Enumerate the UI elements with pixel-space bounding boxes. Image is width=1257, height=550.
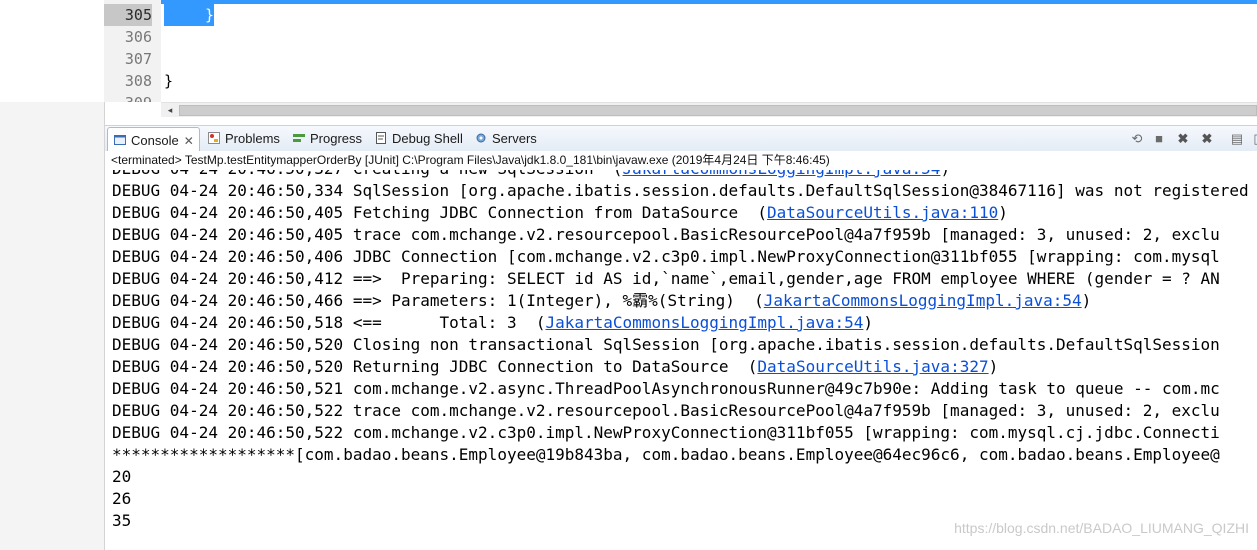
console-line: DEBUG 04-24 20:46:50,520 Closing non tra… [112,334,1220,356]
terminate-icon[interactable]: ■ [1151,131,1167,147]
tab-progress[interactable]: Progress [293,126,362,152]
scroll-left-arrow-icon[interactable]: ◂ [164,103,176,117]
console-line-text: 35 [112,511,132,530]
console-line: 20 [112,466,131,488]
console-line: DEBUG 04-24 20:46:50,327 Creating a new … [112,170,950,180]
console-line-text: DEBUG 04-24 20:46:50,405 Fetching JDBC C… [112,203,768,222]
code-line: } [164,72,174,90]
problems-icon [208,127,220,144]
scrollbar-thumb[interactable] [179,105,1257,116]
console-line: DEBUG 04-24 20:46:50,522 com.mchange.v2.… [112,422,1220,444]
console-line: DEBUG 04-24 20:46:50,405 trace com.mchan… [112,224,1220,246]
watermark: https://blog.csdn.net/BADAO_LIUMANG_QIZH… [954,520,1249,536]
line-number-gutter: 305 306 307 308 309 [104,0,161,102]
close-icon[interactable]: ✕ [184,134,194,148]
console-line-text: ) [998,203,1008,222]
remove-icon[interactable]: ✖ [1175,131,1191,147]
source-link[interactable]: DataSourceUtils.java:110 [767,203,998,222]
console-line: 26 [112,488,131,510]
console-view-tabbar: Console ✕ Problems Progress Debug Shell S… [105,125,1257,153]
console-line-text: 26 [112,489,132,508]
console-line: DEBUG 04-24 20:46:50,521 com.mchange.v2.… [112,378,1220,400]
remove-all-icon[interactable]: ✖ [1199,131,1215,147]
console-line: DEBUG 04-24 20:46:50,520 Returning JDBC … [112,356,998,378]
tab-label: Debug Shell [392,131,463,146]
tab-servers[interactable]: Servers [475,126,537,152]
console-line-text: 20 [112,467,132,486]
console-line-text: DEBUG 04-24 20:46:50,466 ==> Parameters:… [112,291,764,310]
tab-label: Problems [225,131,280,146]
console-line: 35 [112,510,131,532]
selection-highlight [161,0,1257,4]
line-number: 309 [104,92,152,102]
line-number: 307 [124,50,152,68]
tab-label: Servers [492,131,537,146]
tab-debug-shell[interactable]: Debug Shell [375,126,463,152]
console-line-text: *******************[com.badao.beans.Empl… [112,445,1220,464]
remove-launch-icon[interactable]: ⟲ [1129,131,1145,147]
console-line-text: DEBUG 04-24 20:46:50,518 <== Total: 3 ( [112,313,546,332]
source-link[interactable]: JakartaCommonsLoggingImpl.java:54 [545,313,863,332]
console-line-text: DEBUG 04-24 20:46:50,520 Returning JDBC … [112,357,758,376]
tab-label: Console [131,133,179,148]
tab-label: Progress [310,131,363,146]
console-line-text: ) [863,313,874,332]
code-editor[interactable]: 305 306 307 308 309 } } [0,0,1257,102]
console-line-text: ) [940,170,950,178]
console-line: DEBUG 04-24 20:46:50,518 <== Total: 3 (J… [112,312,873,334]
console-line: DEBUG 04-24 20:46:50,334 SqlSession [org… [112,180,1249,202]
servers-icon [475,127,487,143]
console-line: DEBUG 04-24 20:46:50,405 Fetching JDBC C… [112,202,1008,224]
source-link[interactable]: DataSourceUtils.java:327 [757,357,988,376]
console-output[interactable]: DEBUG 04-24 20:46:50,327 Creating a new … [105,170,1257,550]
editor-horizontal-scrollbar[interactable]: ◂ [161,102,1257,117]
console-line-text: DEBUG 04-24 20:46:50,521 com.mchange.v2.… [112,379,1220,398]
console-status-line: <terminated> TestMp.testEntitymapperOrde… [105,151,1257,170]
console-line: DEBUG 04-24 20:46:50,406 JDBC Connection… [112,246,1220,268]
selected-code-line: } [205,6,215,24]
debug-shell-icon [375,127,387,144]
code-text-area[interactable]: } } [161,0,1257,102]
console-line-text: DEBUG 04-24 20:46:50,522 com.mchange.v2.… [112,423,1220,442]
console-line-text: DEBUG 04-24 20:46:50,405 trace com.mchan… [112,225,1220,244]
console-line-text: ) [988,357,999,376]
line-number: 308 [124,72,152,90]
console-line-text: DEBUG 04-24 20:46:50,520 Closing non tra… [112,335,1220,354]
line-number: 305 [104,4,152,26]
tab-problems[interactable]: Problems [208,126,280,152]
console-line: DEBUG 04-24 20:46:50,522 trace com.mchan… [112,400,1220,422]
console-line: *******************[com.badao.beans.Empl… [112,444,1220,466]
source-link[interactable]: JakartaCommonsLoggingImpl.java:54 [623,170,941,178]
console-line: DEBUG 04-24 20:46:50,412 ==> Preparing: … [112,268,1220,290]
console-line-text: DEBUG 04-24 20:46:50,406 JDBC Connection… [112,247,1220,266]
console-line-text: DEBUG 04-24 20:46:50,412 ==> Preparing: … [112,269,1220,288]
tab-console[interactable]: Console ✕ [107,127,200,153]
console-line-text: DEBUG 04-24 20:46:50,522 trace com.mchan… [112,401,1220,420]
console-line: DEBUG 04-24 20:46:50,466 ==> Parameters:… [112,290,1091,312]
console-line-text: ) [1081,291,1092,310]
line-number: 306 [124,28,152,46]
console-line-text: DEBUG 04-24 20:46:50,334 SqlSession [org… [112,181,1249,200]
scroll-lock-icon[interactable]: ▯ [1249,131,1257,147]
progress-icon [293,127,305,142]
source-link[interactable]: JakartaCommonsLoggingImpl.java:54 [764,291,1082,310]
console-line-text: DEBUG 04-24 20:46:50,327 Creating a new … [112,170,623,178]
console-icon [114,129,126,145]
clear-console-icon[interactable]: ▤ [1229,131,1245,147]
